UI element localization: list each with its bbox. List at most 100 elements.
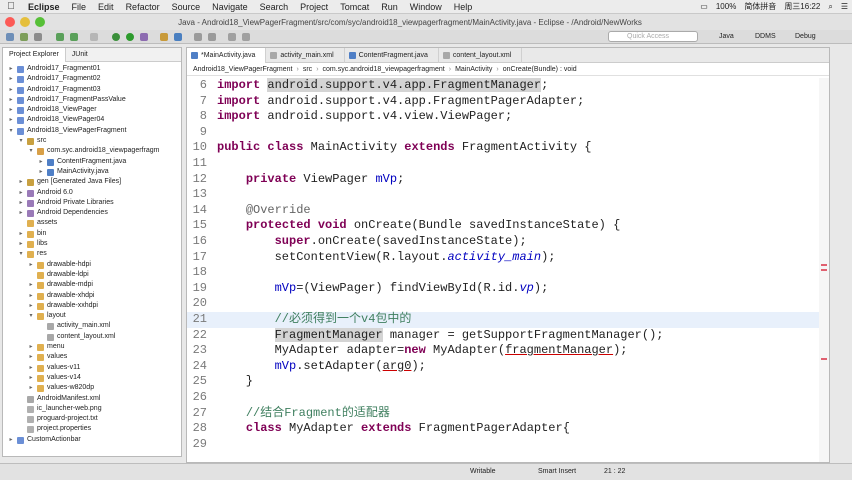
tree-item[interactable]: ▸ bin bbox=[3, 229, 181, 239]
code-line[interactable]: 25 } bbox=[187, 374, 829, 390]
collapsed-arrow-icon[interactable]: ▸ bbox=[37, 167, 45, 177]
code-area[interactable]: 6 import android.support.v4.app.FragmentM… bbox=[187, 78, 829, 462]
new-icon[interactable] bbox=[6, 33, 14, 41]
perspective-java[interactable]: Java bbox=[716, 31, 737, 43]
code-line[interactable]: 18 bbox=[187, 265, 829, 281]
error-marker[interactable] bbox=[821, 269, 827, 271]
tree-item[interactable]: activity_main.xml bbox=[3, 321, 181, 331]
tree-item[interactable]: drawable-ldpi bbox=[3, 270, 181, 280]
code-line[interactable]: 21 //必须得到一个v4包中的 bbox=[187, 312, 829, 328]
code-line[interactable]: 27 //结合Fragment的适配器 bbox=[187, 406, 829, 422]
collapsed-arrow-icon[interactable]: ▸ bbox=[7, 435, 15, 445]
collapsed-arrow-icon[interactable]: ▸ bbox=[27, 301, 35, 311]
tree-item[interactable]: ▸ CustomActionbar bbox=[3, 435, 181, 445]
code-line[interactable]: 23 MyAdapter adapter=new MyAdapter(fragm… bbox=[187, 343, 829, 359]
external-tools-icon[interactable] bbox=[140, 33, 148, 41]
tree-item[interactable]: ▸ drawable-xhdpi bbox=[3, 291, 181, 301]
code-line[interactable]: 9 bbox=[187, 125, 829, 141]
close-window-button[interactable] bbox=[5, 17, 15, 27]
minimize-window-button[interactable] bbox=[20, 17, 30, 27]
tree-item[interactable]: ▸ Android18_ViewPager04 bbox=[3, 115, 181, 125]
tree-item[interactable]: ▾ src bbox=[3, 136, 181, 146]
new-java-class-icon[interactable] bbox=[174, 33, 182, 41]
tree-item[interactable]: ▾ res bbox=[3, 249, 181, 259]
collapsed-arrow-icon[interactable]: ▸ bbox=[27, 342, 35, 352]
code-line[interactable]: 24 mVp.setAdapter(arg0); bbox=[187, 359, 829, 375]
collapsed-arrow-icon[interactable]: ▸ bbox=[27, 363, 35, 373]
menu-project[interactable]: Project bbox=[294, 2, 334, 12]
breadcrumb-item[interactable]: onCreate(Bundle) : void bbox=[503, 66, 577, 73]
overview-ruler[interactable] bbox=[819, 78, 829, 462]
code-line[interactable]: 10 public class MainActivity extends Frag… bbox=[187, 140, 829, 156]
code-line[interactable]: 7 import android.support.v4.app.FragmentP… bbox=[187, 94, 829, 110]
tree-item[interactable]: ▸ Android Private Libraries bbox=[3, 198, 181, 208]
collapsed-arrow-icon[interactable]: ▸ bbox=[7, 74, 15, 84]
tree-item[interactable]: proguard-project.txt bbox=[3, 414, 181, 424]
collapsed-arrow-icon[interactable]: ▸ bbox=[7, 64, 15, 74]
menu-tomcat[interactable]: Tomcat bbox=[334, 2, 375, 12]
tree-item[interactable]: ▸ Android 6.0 bbox=[3, 188, 181, 198]
code-line[interactable]: 11 bbox=[187, 156, 829, 172]
tree-item[interactable]: ▸ Android17_FragmentPassValue bbox=[3, 95, 181, 105]
android-avd-icon[interactable] bbox=[70, 33, 78, 41]
code-line[interactable]: 8 import android.support.v4.view.ViewPage… bbox=[187, 109, 829, 125]
apple-icon[interactable]:  bbox=[0, 1, 22, 12]
error-marker[interactable] bbox=[821, 358, 827, 360]
code-line[interactable]: 13 bbox=[187, 187, 829, 203]
collapsed-arrow-icon[interactable]: ▸ bbox=[17, 229, 25, 239]
tree-item[interactable]: ▸ libs bbox=[3, 239, 181, 249]
collapsed-arrow-icon[interactable]: ▸ bbox=[7, 95, 15, 105]
menu-navigate[interactable]: Navigate bbox=[206, 2, 254, 12]
menu-source[interactable]: Source bbox=[166, 2, 207, 12]
collapsed-arrow-icon[interactable]: ▸ bbox=[7, 105, 15, 115]
editor-tab[interactable]: *MainActivity.java bbox=[187, 48, 267, 63]
code-line[interactable]: 6 import android.support.v4.app.FragmentM… bbox=[187, 78, 829, 94]
breadcrumb-item[interactable]: MainActivity bbox=[455, 66, 492, 73]
code-line[interactable]: 28 class MyAdapter extends FragmentPager… bbox=[187, 421, 829, 437]
print-icon[interactable] bbox=[34, 33, 42, 41]
collapsed-arrow-icon[interactable]: ▸ bbox=[27, 291, 35, 301]
run-icon[interactable] bbox=[126, 33, 134, 41]
code-line[interactable]: 16 super.onCreate(savedInstanceState); bbox=[187, 234, 829, 250]
tree-item[interactable]: ▾ layout bbox=[3, 311, 181, 321]
menu-search[interactable]: Search bbox=[254, 2, 295, 12]
collapsed-arrow-icon[interactable]: ▸ bbox=[27, 280, 35, 290]
tree-item[interactable]: ▸ Android Dependencies bbox=[3, 208, 181, 218]
menu-eclipse[interactable]: Eclipse bbox=[22, 2, 66, 12]
expanded-arrow-icon[interactable]: ▾ bbox=[17, 136, 25, 146]
tree-item[interactable]: ▾ Android18_ViewPagerFragment bbox=[3, 126, 181, 136]
tree-item[interactable]: ▸ Android17_Fragment02 bbox=[3, 74, 181, 84]
forward-icon[interactable] bbox=[242, 33, 250, 41]
collapsed-arrow-icon[interactable]: ▸ bbox=[37, 157, 45, 167]
collapsed-arrow-icon[interactable]: ▸ bbox=[17, 188, 25, 198]
tree-item[interactable]: ▸ drawable-xxhdpi bbox=[3, 301, 181, 311]
collapsed-arrow-icon[interactable]: ▸ bbox=[7, 85, 15, 95]
code-line[interactable]: 26 bbox=[187, 390, 829, 406]
android-sdk-icon[interactable] bbox=[56, 33, 64, 41]
perspective-debug[interactable]: Debug bbox=[792, 31, 819, 43]
tree-item[interactable]: ▸ gen [Generated Java Files] bbox=[3, 177, 181, 187]
lint-icon[interactable] bbox=[90, 33, 98, 41]
collapsed-arrow-icon[interactable]: ▸ bbox=[27, 352, 35, 362]
tree-item[interactable]: AndroidManifest.xml bbox=[3, 394, 181, 404]
debug-icon[interactable] bbox=[112, 33, 120, 41]
breadcrumb-item[interactable]: com.syc.android18_viewpagerfragment bbox=[323, 66, 445, 73]
tab-project-explorer[interactable]: Project Explorer bbox=[3, 48, 66, 62]
tree-item[interactable]: ▸ menu bbox=[3, 342, 181, 352]
collapsed-arrow-icon[interactable]: ▸ bbox=[27, 260, 35, 270]
tree-item[interactable]: ic_launcher-web.png bbox=[3, 404, 181, 414]
battery-icon[interactable]: ▭ bbox=[696, 2, 712, 11]
code-line[interactable]: 14 @Override bbox=[187, 203, 829, 219]
tree-item[interactable]: ▸ ContentFragment.java bbox=[3, 157, 181, 167]
zoom-window-button[interactable] bbox=[35, 17, 45, 27]
tree-item[interactable]: ▾ com.syc.android18_viewpagerfragm bbox=[3, 146, 181, 156]
tree-item[interactable]: ▸ Android17_Fragment03 bbox=[3, 85, 181, 95]
collapsed-arrow-icon[interactable]: ▸ bbox=[7, 115, 15, 125]
tree-item[interactable]: ▸ MainActivity.java bbox=[3, 167, 181, 177]
input-method-label[interactable]: 简体拼音 bbox=[740, 1, 780, 12]
collapsed-arrow-icon[interactable]: ▸ bbox=[27, 383, 35, 393]
tree-item[interactable]: ▸ Android17_Fragment01 bbox=[3, 64, 181, 74]
quick-access-input[interactable]: Quick Access bbox=[608, 31, 698, 42]
clock-label[interactable]: 周三16:22 bbox=[780, 1, 824, 12]
collapsed-arrow-icon[interactable]: ▸ bbox=[17, 177, 25, 187]
